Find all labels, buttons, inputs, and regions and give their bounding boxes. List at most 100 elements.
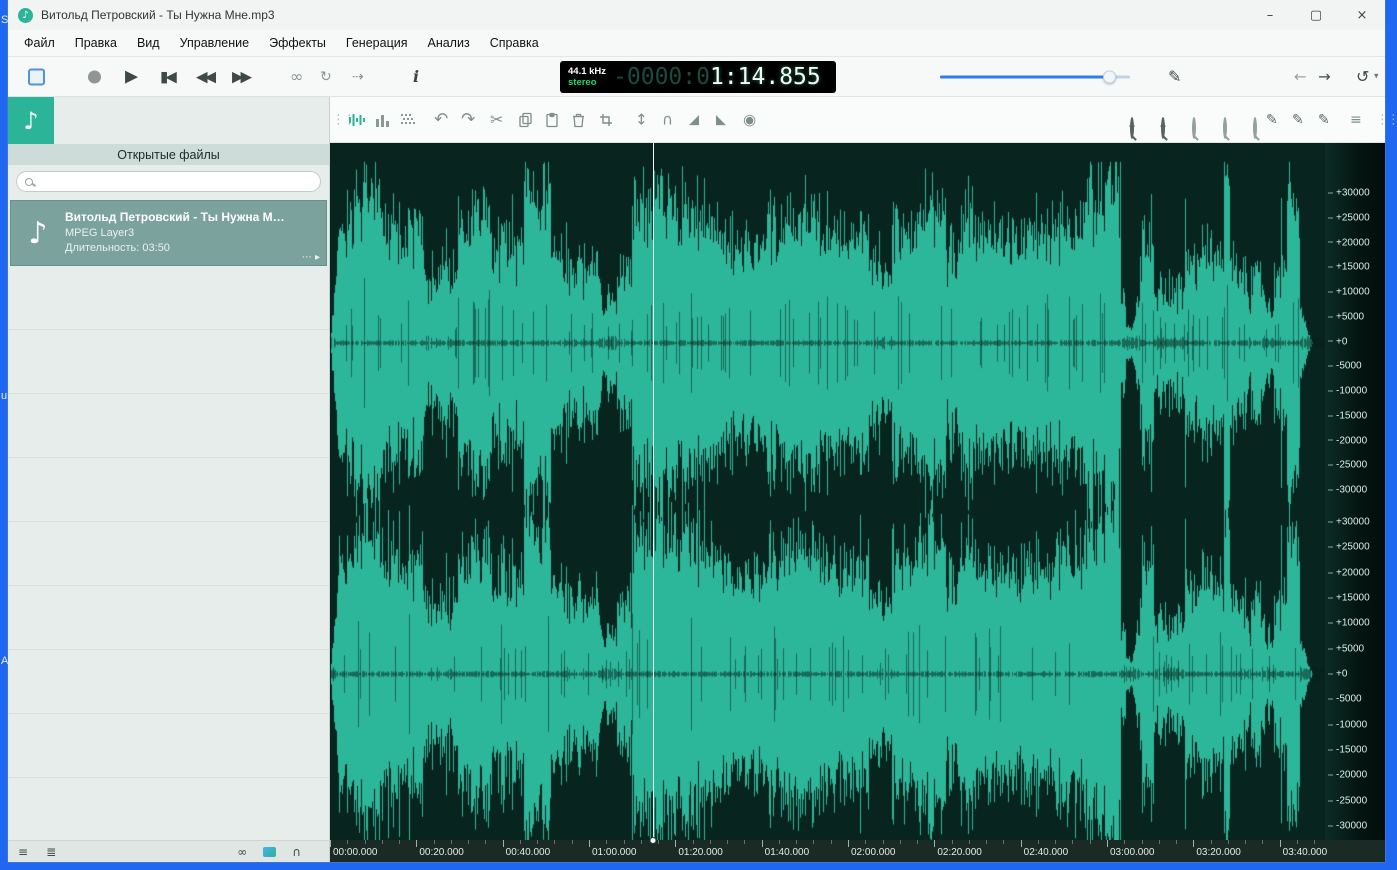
file-play-icon[interactable]: ▸ (315, 252, 320, 263)
annotate-pen-icon[interactable]: ✎ (1168, 68, 1181, 85)
ruler-major-tick (1279, 840, 1281, 847)
scale-label: -20000 (1328, 770, 1367, 781)
pen-tool-icon[interactable]: ✎ (1266, 113, 1278, 127)
menu-item-2[interactable]: Вид (127, 32, 170, 54)
zoom-full-icon[interactable] (1253, 116, 1257, 139)
record-button[interactable] (88, 70, 101, 83)
time-counter: -0000:01:14.855 (613, 64, 821, 90)
scale-label: +25000 (1328, 542, 1370, 553)
transport-toolbar: ▶ ▮◀ ◀◀ ▶▶ ∞ ↻ ⇢ i 44.1 kHz stereo -0000… (8, 57, 1385, 97)
headphones-icon[interactable]: ∩ (292, 846, 301, 858)
menu-item-1[interactable]: Правка (65, 32, 127, 54)
view-compact-icon[interactable]: ≡ (18, 846, 28, 858)
copy-icon[interactable] (518, 112, 533, 127)
loop-toggle-icon[interactable]: ∞ (290, 68, 303, 85)
ruler-minor-tick (1158, 840, 1160, 844)
bars-view-icon[interactable] (375, 113, 390, 127)
spectrogram-view-icon[interactable] (400, 113, 415, 127)
minimize-button[interactable]: – (1247, 0, 1293, 30)
nav-back-button[interactable]: ← (1294, 69, 1307, 84)
picture-icon[interactable] (263, 846, 277, 857)
time-ruler[interactable]: 00:00.000 00:20.000 00:40.000 01:00.000 01:2… (330, 840, 1385, 862)
zoom-out-icon[interactable]: − (1159, 116, 1167, 139)
view-detailed-icon[interactable]: ≣ (46, 846, 56, 858)
selection-tool-icon[interactable] (28, 68, 45, 85)
volume-slider-handle[interactable] (1103, 70, 1117, 83)
scale-label: +0 (1328, 669, 1347, 680)
ruler-minor-tick (537, 840, 539, 844)
sidebar-top: ♪ (8, 97, 329, 144)
history-button[interactable]: ↺ (1356, 68, 1369, 85)
search-box[interactable] (16, 171, 321, 192)
skip-to-start-button[interactable]: ▮◀ (160, 69, 177, 84)
fade-out-icon[interactable]: ◣ (716, 113, 726, 126)
playback-cursor-knob[interactable] (649, 837, 657, 844)
waveform-canvas[interactable] (330, 143, 1325, 840)
search-input[interactable] (39, 174, 312, 189)
ruler-label: 02:00.000 (851, 847, 896, 858)
waveform-canvas-wrap[interactable] (330, 143, 1325, 844)
ruler-minor-tick (450, 840, 452, 844)
window-title: Витольд Петровский - Ты Нужна Мне.mp3 (41, 8, 275, 22)
rewind-button[interactable]: ◀◀ (196, 69, 216, 84)
ruler-minor-tick (364, 840, 366, 844)
fast-forward-button[interactable]: ▶▶ (232, 69, 252, 84)
nav-forward-button[interactable]: → (1318, 69, 1331, 84)
ruler-major-tick (934, 840, 936, 847)
waveform-body: +30000 +25000 +20000 +15000 +10000 +5000 +0 -50… (330, 143, 1385, 844)
play-from-cursor-icon[interactable]: ⇢ (352, 70, 364, 84)
cut-icon[interactable]: ✂ (490, 111, 503, 128)
menu-item-6[interactable]: Анализ (417, 32, 479, 54)
open-file-item[interactable]: ♪ Витольд Петровский - Ты Нужна М… MPEG … (10, 200, 327, 266)
ruler-minor-tick (813, 840, 815, 844)
menu-item-4[interactable]: Эффекты (259, 32, 336, 54)
list-view-icon[interactable]: ≡ (1350, 113, 1362, 127)
menu-item-0[interactable]: Файл (14, 32, 65, 54)
crop-icon[interactable] (599, 113, 613, 127)
file-title: Витольд Петровский - Ты Нужна М… (65, 210, 285, 224)
file-item-actions[interactable]: ⋯ ▸ (302, 252, 320, 263)
ruler-minor-tick (381, 840, 383, 844)
info-button[interactable]: i (413, 68, 419, 85)
menu-item-7[interactable]: Справка (480, 32, 549, 54)
toolbar-drag-handle-right[interactable]: ⋮⋮ (1376, 113, 1397, 126)
ruler-minor-tick (485, 840, 487, 844)
ruler-minor-tick (468, 840, 470, 844)
normalize-icon[interactable]: ◉ (743, 112, 756, 127)
ruler-minor-tick (433, 840, 435, 844)
zoom-selection-icon[interactable] (1223, 116, 1227, 139)
edit-toolbar: ⋮⋮ ↶ ↷ ✂ ↕ ∩ ◢ ◣ ◉ + − ✎ ✎ ✎ ≡ ⋮⋮ (330, 97, 1397, 143)
close-button[interactable]: × (1339, 0, 1385, 30)
ruler-major-tick (761, 840, 763, 847)
title-bar[interactable]: ♪ Витольд Петровский - Ты Нужна Мне.mp3 … (8, 0, 1385, 30)
loop-section-icon[interactable]: ∩ (662, 112, 673, 127)
volume-slider-fill (940, 75, 1110, 78)
menu-item-3[interactable]: Управление (170, 32, 260, 54)
maximize-button[interactable]: ▢ (1293, 0, 1339, 30)
zoom-fit-icon[interactable] (1192, 116, 1196, 139)
scale-label: -25000 (1328, 795, 1367, 806)
volume-slider[interactable] (940, 69, 1130, 84)
ruler-minor-tick (623, 840, 625, 844)
undo-icon[interactable]: ↶ (434, 111, 448, 128)
scale-label: -15000 (1328, 744, 1367, 755)
waveform-panel: ⋮⋮ ↶ ↷ ✂ ↕ ∩ ◢ ◣ ◉ + − ✎ ✎ ✎ ≡ ⋮⋮ +30000… (330, 97, 1397, 862)
delete-icon[interactable] (572, 112, 585, 127)
repeat-icon[interactable]: ↻ (320, 70, 332, 84)
menu-item-5[interactable]: Генерация (336, 32, 418, 54)
fade-in-icon[interactable]: ◢ (689, 113, 699, 126)
pen-tool-2-icon[interactable]: ✎ (1292, 113, 1304, 127)
link-icon[interactable]: ∞ (237, 846, 247, 858)
app-icon: ♪ (18, 7, 33, 23)
history-caret-icon[interactable]: ▾ (1374, 72, 1379, 81)
playback-cursor[interactable] (653, 143, 655, 840)
amplitude-icon[interactable]: ↕ (635, 112, 648, 127)
play-button[interactable]: ▶ (125, 68, 138, 85)
redo-icon[interactable]: ↷ (461, 111, 475, 128)
list-row-empty (8, 394, 329, 458)
zoom-in-icon[interactable]: + (1128, 116, 1136, 139)
file-more-icon[interactable]: ⋯ (302, 252, 312, 263)
paste-icon[interactable] (545, 112, 559, 127)
pen-tool-3-icon[interactable]: ✎ (1318, 113, 1330, 127)
waveform-view-icon[interactable] (348, 113, 365, 127)
